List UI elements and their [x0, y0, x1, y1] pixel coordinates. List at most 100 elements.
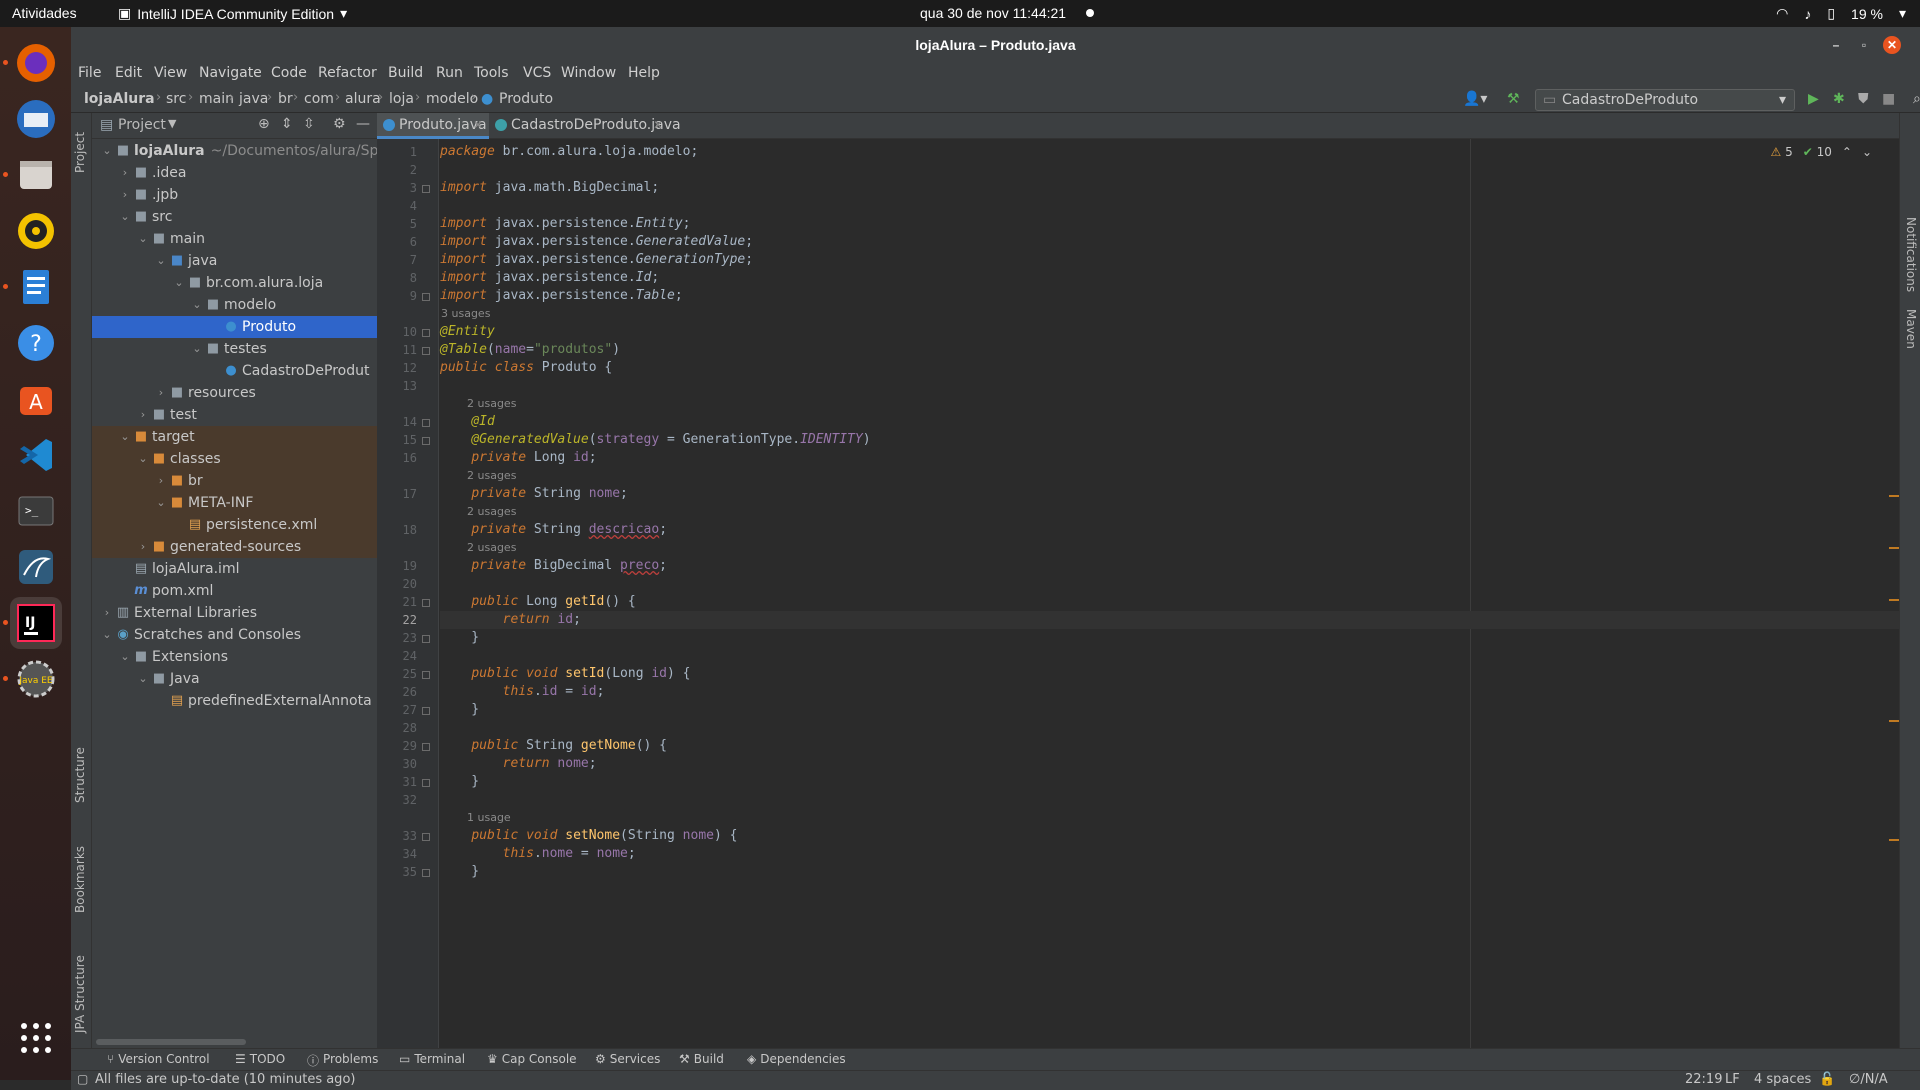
tree-item[interactable]: ⌄ ■ java: [92, 250, 377, 272]
code-line[interactable]: [440, 377, 1900, 395]
code-line[interactable]: import javax.persistence.GenerationType;: [440, 251, 1900, 269]
code-line[interactable]: import javax.persistence.Table;: [440, 287, 1900, 305]
close-icon[interactable]: ✕: [473, 113, 483, 138]
chevron-right-icon[interactable]: ›: [136, 404, 150, 426]
code-line[interactable]: private Long id;: [440, 449, 1900, 467]
code-line[interactable]: [440, 719, 1900, 737]
warning-stripe-marker[interactable]: [1889, 720, 1899, 722]
fold-marker-icon[interactable]: [422, 419, 430, 427]
chevron-right-icon[interactable]: ›: [154, 382, 168, 404]
run-configuration-select[interactable]: ▭ CadastroDeProduto ▾: [1535, 89, 1795, 111]
chevron-down-icon[interactable]: ⌄: [100, 140, 114, 162]
fold-marker-icon[interactable]: [422, 347, 430, 355]
chevron-down-icon[interactable]: ⌄: [154, 250, 168, 272]
code-line[interactable]: [440, 575, 1900, 593]
build-tool-button[interactable]: ⚒ Build: [679, 1052, 724, 1066]
fold-marker-icon[interactable]: [422, 743, 430, 751]
close-icon[interactable]: ✕: [653, 113, 663, 138]
warning-stripe-marker[interactable]: [1889, 495, 1899, 497]
stop-icon[interactable]: ■: [1882, 91, 1895, 107]
clock[interactable]: qua 30 de nov 11:44:21: [920, 5, 1066, 21]
usages-hint[interactable]: 2 usages: [467, 505, 516, 518]
run-icon[interactable]: ▶: [1808, 91, 1819, 107]
menu-run[interactable]: Run: [436, 65, 463, 81]
code-line[interactable]: }: [440, 863, 1900, 881]
chevron-right-icon[interactable]: ›: [100, 602, 114, 624]
tab-produto-java[interactable]: Produto.java ✕: [377, 113, 489, 139]
breadcrumb-loja[interactable]: loja: [389, 91, 414, 107]
usages-hint[interactable]: 3 usages: [441, 307, 490, 320]
fold-marker-icon[interactable]: [422, 779, 430, 787]
horizontal-scrollbar[interactable]: [96, 1039, 246, 1045]
breadcrumb-project[interactable]: lojaAlura: [84, 91, 155, 107]
tree-item[interactable]: › ■ .jpb: [92, 184, 377, 206]
fold-marker-icon[interactable]: [422, 833, 430, 841]
collapse-all-icon[interactable]: ⇳: [303, 116, 315, 132]
window-title-bar[interactable]: lojaAlura – Produto.java – ▫ ✕: [71, 27, 1920, 63]
problems-tool-button[interactable]: ⓘ Problems: [307, 1052, 378, 1069]
close-button[interactable]: ✕: [1883, 36, 1901, 54]
code-line[interactable]: import java.math.BigDecimal;: [440, 179, 1900, 197]
code-line[interactable]: private String nome;: [440, 485, 1900, 503]
inspection-widget[interactable]: ⚠ 5 ✔ 10 ⌃ ⌄: [1770, 145, 1872, 159]
chevron-down-icon[interactable]: ⌄: [136, 228, 150, 250]
debug-icon[interactable]: ✱: [1833, 91, 1845, 107]
jpa-structure-tool-button[interactable]: JPA Structure: [73, 955, 87, 1033]
code-line[interactable]: [440, 791, 1900, 809]
tree-item[interactable]: ⌄ ■ target: [92, 426, 377, 448]
show-apps-icon[interactable]: [10, 1012, 62, 1064]
writer-icon[interactable]: [10, 261, 62, 313]
chevron-right-icon[interactable]: ›: [136, 536, 150, 558]
thunderbird-icon[interactable]: [10, 93, 62, 145]
code-line[interactable]: return id;: [440, 611, 1900, 629]
chevron-down-icon[interactable]: ⌄: [154, 492, 168, 514]
tree-item[interactable]: ⌄ ■ META-INF: [92, 492, 377, 514]
chevron-down-icon[interactable]: ⌄: [118, 426, 132, 448]
code-line[interactable]: @Entity: [440, 323, 1900, 341]
java-ee-ide-icon[interactable]: Java EE: [10, 653, 62, 705]
files-icon[interactable]: [10, 149, 62, 201]
code-line[interactable]: return nome;: [440, 755, 1900, 773]
minimize-button[interactable]: –: [1827, 36, 1845, 54]
menu-refactor[interactable]: Refactor: [318, 65, 377, 81]
breadcrumb-src[interactable]: src: [166, 91, 186, 107]
menu-code[interactable]: Code: [271, 65, 307, 81]
usages-hint[interactable]: 2 usages: [467, 397, 516, 410]
coverage-icon[interactable]: ⛊: [1858, 91, 1869, 107]
chevron-right-icon[interactable]: ›: [118, 184, 132, 206]
vscode-icon[interactable]: [10, 429, 62, 481]
rhythmbox-icon[interactable]: [10, 205, 62, 257]
code-line[interactable]: public void setId(Long id) {: [440, 665, 1900, 683]
code-line[interactable]: import javax.persistence.GeneratedValue;: [440, 233, 1900, 251]
breadcrumb-com[interactable]: com: [304, 91, 334, 107]
fold-marker-icon[interactable]: [422, 869, 430, 877]
breadcrumb-br[interactable]: br: [278, 91, 293, 107]
fold-marker-icon[interactable]: [422, 599, 430, 607]
usages-hint[interactable]: 2 usages: [467, 469, 516, 482]
code-editor[interactable]: package br.com.alura.loja.modelo; import …: [440, 139, 1900, 1048]
expand-all-icon[interactable]: ⇕: [281, 116, 293, 132]
usages-hint[interactable]: 2 usages: [467, 541, 516, 554]
code-line[interactable]: public Long getId() {: [440, 593, 1900, 611]
locate-icon[interactable]: ⊕: [258, 116, 270, 132]
tree-item[interactable]: ⌄ ■ classes: [92, 448, 377, 470]
code-line[interactable]: }: [440, 773, 1900, 791]
terminal-tool-button[interactable]: ▭ Terminal: [399, 1052, 465, 1066]
chevron-down-icon[interactable]: ⌄: [172, 272, 186, 294]
menu-window[interactable]: Window: [561, 65, 616, 81]
version-control-tool-button[interactable]: ⑂ Version Control: [107, 1052, 210, 1066]
mysql-workbench-icon[interactable]: [10, 541, 62, 593]
fold-marker-icon[interactable]: [422, 635, 430, 643]
user-icon[interactable]: 👤▾: [1463, 91, 1487, 107]
code-line[interactable]: [440, 647, 1900, 665]
chevron-down-icon[interactable]: ⌄: [136, 448, 150, 470]
terminal-icon[interactable]: >_: [10, 485, 62, 537]
chevron-down-icon[interactable]: ⌄: [100, 624, 114, 646]
hide-icon[interactable]: —: [356, 116, 370, 132]
menu-build[interactable]: Build: [388, 65, 423, 81]
fold-marker-icon[interactable]: [422, 329, 430, 337]
chevron-right-icon[interactable]: ›: [154, 470, 168, 492]
fold-marker-icon[interactable]: [422, 671, 430, 679]
chevron-right-icon[interactable]: ›: [118, 162, 132, 184]
tab-cadastrodeproduto-java[interactable]: CadastroDeProduto.java ✕: [489, 113, 681, 139]
